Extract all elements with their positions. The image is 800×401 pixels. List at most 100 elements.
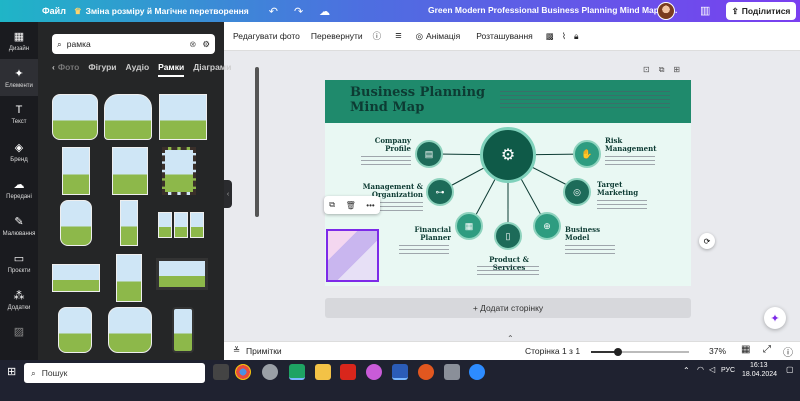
paint-roller-icon[interactable]: ⌇ (562, 31, 566, 42)
rail-item-draw[interactable]: ✎ Малювання (0, 207, 38, 244)
notes-button[interactable]: Примітки (246, 346, 282, 356)
node-text[interactable] (477, 266, 539, 278)
animation-button[interactable]: ◎ Анімація (416, 31, 461, 42)
duplicate-icon[interactable]: ⧉ (329, 200, 335, 210)
file-explorer-icon[interactable] (315, 364, 331, 380)
lock-icon[interactable]: 🔒︎ (574, 31, 579, 42)
undo-icon[interactable]: ↶ (269, 5, 278, 18)
frame-thumbnail[interactable] (172, 307, 194, 353)
rail-item-uploads[interactable]: ☁ Передані (0, 170, 38, 207)
business-model-icon[interactable]: ⊕ (533, 212, 561, 240)
tab-shapes[interactable]: Фігури (88, 62, 116, 77)
frame-thumbnail[interactable] (112, 147, 148, 195)
node-financial-planner[interactable]: Financial Planner (405, 226, 451, 242)
windows-start-icon[interactable]: ⊞ (7, 365, 16, 378)
tab-photos[interactable]: Фото (58, 62, 79, 77)
org-chart-icon[interactable]: ⊶ (426, 178, 454, 206)
collapse-panel-handle[interactable]: ‹ (224, 180, 232, 208)
position-button[interactable]: Розташування (476, 31, 533, 41)
page-indicator[interactable]: Сторінка 1 з 1 (525, 346, 580, 356)
node-risk-management[interactable]: Risk Management (605, 137, 656, 153)
wifi-icon[interactable]: ◠ (697, 365, 704, 374)
rail-item-brand[interactable]: ◈ Бренд (0, 133, 38, 170)
search-input[interactable]: ⌕ рамка ⊗ ⚙ (52, 34, 215, 54)
tab-arrow-left-icon[interactable]: ‹ (52, 62, 55, 77)
target-icon[interactable]: ◎ (563, 178, 591, 206)
chrome-dev-icon[interactable] (262, 364, 278, 380)
refresh-icon[interactable]: ⟳ (699, 233, 715, 249)
app-icon[interactable] (444, 364, 460, 380)
rail-item-design[interactable]: ▦ Дизайн (0, 22, 38, 59)
rail-item-text[interactable]: T Текст (0, 96, 38, 133)
volume-icon[interactable]: ◁ (709, 365, 715, 374)
frame-thumbnail[interactable] (52, 94, 98, 140)
frame-thumbnail[interactable] (158, 212, 172, 238)
rail-item-apps[interactable]: ⁂ Додатки (0, 281, 38, 318)
node-text[interactable] (373, 202, 423, 214)
info-icon[interactable]: ⓘ (373, 30, 382, 42)
flip-button[interactable]: Перевернути (311, 31, 363, 41)
taskbar-search-input[interactable]: ⌕ Пошук (24, 363, 205, 383)
document-title[interactable]: Green Modern Professional Business Plann… (428, 5, 677, 15)
clock-time[interactable]: 16:13 (750, 362, 768, 369)
selected-photo-frame[interactable] (326, 229, 379, 282)
frame-thumbnail[interactable] (162, 147, 196, 195)
frame-thumbnail[interactable] (159, 94, 207, 140)
panel-scrollbar[interactable] (255, 67, 259, 217)
frame-thumbnail[interactable] (58, 307, 92, 353)
clear-icon[interactable]: ⊗ (189, 39, 196, 50)
duplicate-page-icon[interactable]: ⧉ (659, 65, 665, 75)
magic-assistant-icon[interactable]: ✦ (764, 307, 786, 329)
frame-thumbnail[interactable] (62, 147, 90, 195)
zoom-level[interactable]: 37% (709, 346, 726, 356)
rail-item-projects[interactable]: ▭ Проєкти (0, 244, 38, 281)
share-button[interactable]: ⇪ Поділитися (726, 2, 796, 20)
app-icon[interactable] (366, 364, 382, 380)
rail-item-elements[interactable]: ✦ Елементи (0, 59, 38, 96)
node-company-profile[interactable]: Company Profile (365, 137, 411, 153)
node-business-model[interactable]: Business Model (565, 226, 605, 242)
frame-thumbnail[interactable] (116, 254, 142, 302)
frame-thumbnail[interactable] (120, 200, 138, 246)
zoom-slider[interactable] (591, 348, 689, 356)
tab-charts[interactable]: Діаграми (193, 62, 231, 77)
more-icon[interactable]: ••• (366, 201, 374, 210)
book-icon[interactable]: ▤ (415, 140, 443, 168)
zoom-app-icon[interactable] (469, 364, 485, 380)
fullscreen-icon[interactable]: ⤢ (763, 344, 771, 355)
avatar[interactable] (657, 2, 675, 20)
trash-icon[interactable]: 🗑︎ (346, 201, 356, 210)
acrobat-icon[interactable] (340, 364, 356, 380)
file-menu[interactable]: Файл (34, 6, 74, 16)
frame-thumbnail[interactable] (104, 94, 152, 140)
frame-thumbnail[interactable] (108, 307, 152, 353)
canva-app-icon[interactable] (289, 364, 305, 380)
calculator-icon[interactable]: ▦ (455, 212, 483, 240)
node-target-marketing[interactable]: Target Marketing (597, 181, 641, 197)
node-text[interactable] (361, 156, 411, 168)
frame-thumbnail[interactable] (60, 200, 92, 246)
pages-up-icon[interactable]: ⌃ (507, 334, 514, 343)
keyboard-language[interactable]: РУС (721, 367, 735, 374)
phone-icon[interactable]: ▯ (494, 222, 522, 250)
add-page-icon[interactable]: ⊞ (673, 65, 680, 75)
central-hub-icon[interactable]: ⚙ (480, 127, 536, 183)
zoom-slider-knob[interactable] (614, 348, 623, 356)
add-page-button[interactable]: + Додати сторінку (325, 298, 691, 318)
tray-chevron-icon[interactable]: ⌃ (683, 366, 690, 375)
transparency-icon[interactable]: ▩ (546, 31, 554, 42)
rail-item-pattern[interactable]: ▨ (0, 318, 38, 344)
filter-icon[interactable]: ⚙ (202, 39, 210, 50)
cloud-icon[interactable]: ☁ (319, 5, 330, 18)
grid-view-icon[interactable]: ▦ (741, 344, 750, 355)
node-text[interactable] (605, 156, 655, 168)
menu-lines-icon[interactable]: ≡ (395, 30, 401, 42)
redo-icon[interactable]: ↷ (294, 5, 303, 18)
resize-magic-button[interactable]: ♛ Зміна розміру й Магічне перетворення (74, 6, 249, 17)
notes-icon[interactable]: ≚ (233, 345, 240, 356)
risk-handshake-icon[interactable]: ✋ (573, 140, 601, 168)
notifications-icon[interactable]: ▢ (786, 365, 794, 374)
analytics-icon[interactable]: ▥ (700, 4, 710, 17)
word-icon[interactable] (392, 364, 408, 380)
clock-date[interactable]: 18.04.2024 (742, 371, 777, 378)
